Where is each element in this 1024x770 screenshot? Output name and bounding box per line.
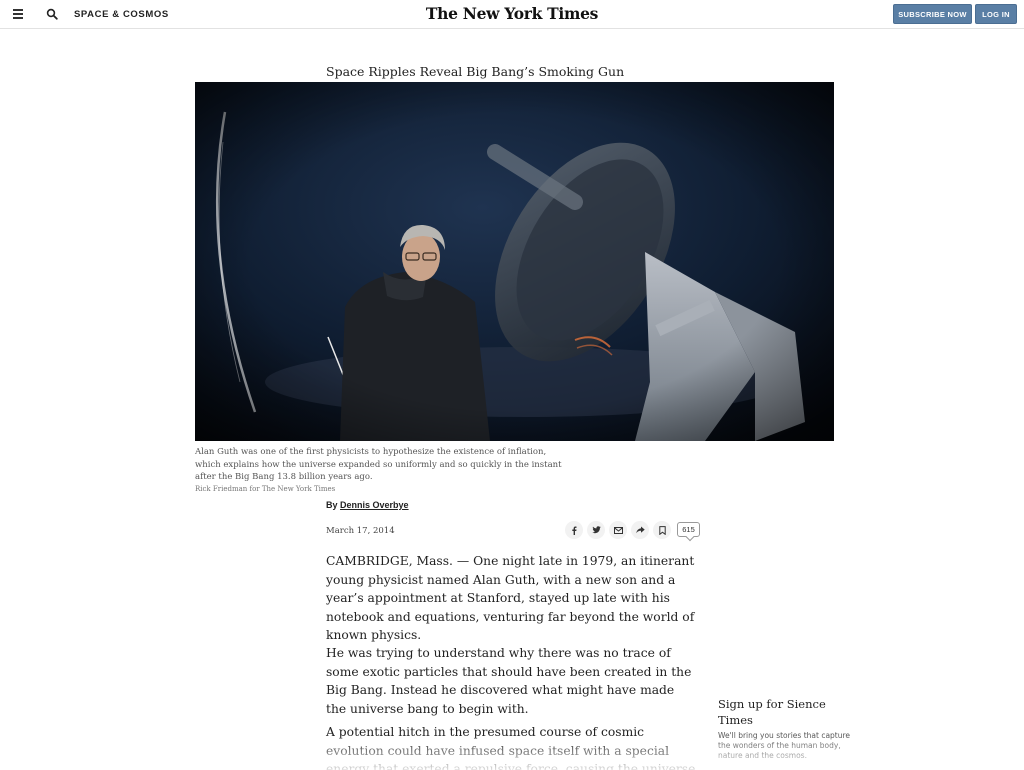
article-paragraph-1: CAMBRIDGE, Mass. — One night late in 197…: [326, 554, 695, 642]
newsletter-description: We'll bring you stories that capture the…: [718, 731, 851, 760]
login-button[interactable]: LOG IN: [975, 4, 1017, 24]
masthead-logo: The New York Times: [0, 4, 1024, 23]
photo-caption: Alan Guth was one of the first physicist…: [195, 447, 562, 482]
facebook-share-button[interactable]: [565, 521, 583, 539]
facebook-icon: [572, 526, 577, 535]
subscribe-button[interactable]: SUBSCRIBE NOW: [893, 4, 972, 24]
twitter-icon: [591, 526, 601, 534]
byline-prefix: By: [326, 500, 338, 510]
publish-date: March 17, 2014: [326, 526, 395, 536]
more-share-button[interactable]: [631, 521, 649, 539]
comments-count-button[interactable]: 615: [677, 522, 700, 537]
save-article-button[interactable]: [653, 521, 671, 539]
byline: By Dennis Overbye: [326, 500, 409, 510]
twitter-share-button[interactable]: [587, 521, 605, 539]
author-link[interactable]: Dennis Overbye: [340, 500, 409, 510]
newsletter-title[interactable]: Sign up for Sience Times: [718, 697, 858, 728]
article-paragraph-3: A potential hitch in the presumed course…: [326, 725, 696, 770]
email-share-button[interactable]: [609, 521, 627, 539]
email-icon: [613, 526, 623, 534]
hero-photo: [195, 82, 834, 441]
bookmark-icon: [658, 525, 666, 535]
share-icon: [635, 526, 645, 534]
article-headline: Space Ripples Reveal Big Bang’s Smoking …: [326, 64, 625, 79]
top-navigation-bar: SPACE & COSMOS The New York Times SUBSCR…: [0, 0, 1024, 29]
photo-credit: Rick Friedman for The New York Times: [195, 485, 336, 493]
article-paragraph-2: He was trying to understand why there wa…: [326, 646, 692, 716]
masthead-logo-text[interactable]: The New York Times: [426, 4, 599, 23]
newsletter-signup-promo[interactable]: Sign up for Sience Times We'll bring you…: [718, 697, 858, 761]
